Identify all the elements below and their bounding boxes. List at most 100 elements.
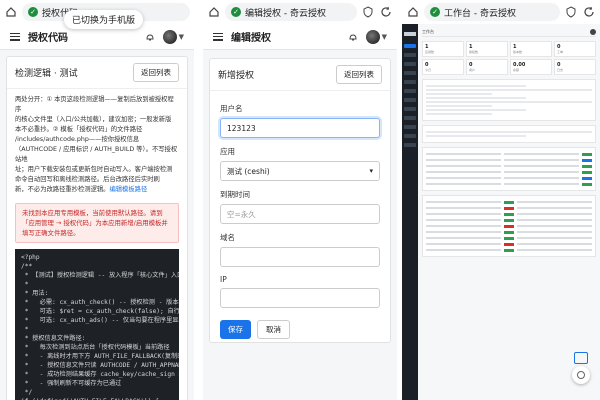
code-line: * (21, 326, 29, 333)
stat-card: 1 授权数 (466, 41, 508, 57)
bell-icon[interactable] (145, 32, 155, 42)
phone-screen-dashboard: ✓ 工作台 - 奇云授权 工作台 1 应用数 1 授权数 1 版本数 0 工单 … (402, 0, 600, 400)
stat-label: 工单 (557, 50, 564, 54)
edit-template-path-link[interactable]: 编辑模板路径 (109, 186, 147, 193)
dashboard-topbar: 工作台 (422, 27, 596, 37)
stat-label: 应用数 (425, 50, 435, 54)
refresh-icon[interactable] (379, 5, 393, 19)
back-to-list-button[interactable]: 返回列表 (336, 65, 382, 84)
domain-field[interactable] (220, 247, 380, 267)
chevron-down-icon: ▾ (369, 167, 373, 175)
code-line: * - 离线时才用下方 AUTH_FILE_FALLBACK(复制时的路 (21, 353, 179, 360)
code-block[interactable]: <?php/** * 【测试】授权检测逻辑 -- 放入程序「核心文件」入口/公 … (15, 249, 179, 400)
sidebar-item[interactable] (404, 62, 416, 66)
browser-bar: ✓ 工作台 - 奇云授权 (402, 0, 600, 24)
avatar[interactable] (590, 28, 596, 35)
username-field[interactable]: 123123 (220, 118, 380, 138)
desc-line: 本不必重抄。② 模板「授权代码」的文件路径 (15, 126, 143, 133)
page-title: 编辑授权 (231, 33, 271, 44)
stats-grid: 1 应用数 1 授权数 1 版本数 0 工单 0 今日 0 用户 0.00 余额 0 日志 (422, 41, 596, 75)
code-line: * (21, 281, 29, 288)
desc-line: 新，不必为改路径重抄检测逻辑。 (15, 186, 110, 193)
home-icon[interactable] (4, 5, 18, 19)
chevron-down-icon[interactable]: ▼ (382, 33, 387, 41)
sidebar-item[interactable] (404, 134, 416, 138)
desc-line: 两处分开：① 本页这段检测逻辑——复制后放到被授权程序 (15, 96, 174, 113)
home-icon[interactable] (406, 5, 420, 19)
shortcut-icon[interactable] (572, 366, 590, 384)
ip-field[interactable] (220, 288, 380, 308)
browser-bar: ✓ 编辑授权 - 奇云授权 (203, 0, 397, 24)
quick-links-card (422, 125, 596, 143)
code-line: * - 授权信息文件只读 AUTHCODE / AUTH_APPNAME / (21, 362, 179, 369)
cancel-button[interactable]: 取消 (257, 320, 290, 339)
save-button[interactable]: 保存 (220, 320, 251, 339)
url-pill[interactable]: ✓ 工作台 - 奇云授权 (424, 3, 560, 21)
avatar[interactable] (365, 29, 380, 44)
card-title: 检测逻辑 · 测试 (15, 69, 78, 79)
main-content: 检测逻辑 · 测试 返回列表 两处分开：① 本页这段检测逻辑——复制后放到被授权… (0, 50, 194, 400)
sidebar-item[interactable] (404, 116, 416, 120)
phone-screen-edit-auth: ✓ 编辑授权 - 奇云授权 编辑授权 ▼ 新增授权 返回列表 用户名 12312… (203, 0, 397, 400)
app-select[interactable]: 测试 (ceshi) ▾ (220, 161, 380, 181)
announcement-card (422, 79, 596, 121)
back-to-list-button[interactable]: 返回列表 (133, 63, 179, 82)
chevron-down-icon[interactable]: ▼ (179, 33, 184, 41)
code-line: * 必需: cx_auth_check() -- 授权检测 - 版本检 (21, 299, 179, 306)
stat-label: 用户 (469, 68, 476, 72)
expire-field[interactable]: 空=永久 (220, 204, 380, 224)
device-switch-icon[interactable] (574, 352, 588, 364)
code-line: * - 成功检测结果缓存 cache_key/cache_sign 本地 (21, 371, 179, 378)
stat-label: 版本数 (513, 50, 523, 54)
card-title: 新增授权 (218, 71, 255, 81)
refresh-icon[interactable] (582, 5, 596, 19)
stat-card: 0.00 余额 (510, 59, 552, 75)
sidebar-item[interactable] (404, 125, 416, 129)
add-auth-card: 新增授权 返回列表 用户名 123123 应用 测试 (ceshi) ▾ 到期时… (209, 58, 391, 343)
sidebar-item[interactable] (404, 107, 416, 111)
toast-message: 已切换为手机版 (64, 10, 144, 29)
stat-label: 余额 (513, 68, 520, 72)
hamburger-menu-icon[interactable] (213, 32, 223, 41)
code-line: /** (21, 263, 33, 270)
stat-card: 0 用户 (466, 59, 508, 75)
auth-form: 用户名 123123 应用 测试 (ceshi) ▾ 到期时间 空=永久 域名 … (210, 91, 390, 343)
shield-icon[interactable] (564, 5, 578, 19)
home-icon[interactable] (207, 5, 221, 19)
url-pill[interactable]: ✓ 编辑授权 - 奇云授权 (225, 3, 357, 21)
desc-line: 命令自动回写和离线检测路径。后台改路径后实时刷 (15, 176, 160, 183)
desc-line: 址；用户下载安装包或更新包时自动写入。客户端按检测 (15, 166, 173, 173)
shield-icon[interactable] (361, 5, 375, 19)
sidebar-item[interactable] (404, 89, 416, 93)
dashboard-main: 工作台 1 应用数 1 授权数 1 版本数 0 工单 0 今日 0 用户 0.00 余额 0 日志 (418, 24, 600, 400)
sidebar-item[interactable] (404, 98, 416, 102)
code-line: */ (21, 389, 33, 396)
sidebar-item[interactable] (404, 53, 416, 57)
sidebar-item[interactable] (404, 71, 416, 75)
description-text: 两处分开：① 本页这段检测逻辑——复制后放到被授权程序 的核心文件里（入口/公共… (7, 89, 187, 201)
url-title: 工作台 - 奇云授权 (444, 8, 516, 19)
desc-line: 的核心文件里（入口/公共加载），建议加密；一般发新版 (15, 116, 172, 123)
bell-icon[interactable] (348, 32, 358, 42)
ip-label: IP (220, 275, 227, 284)
stat-label: 今日 (425, 68, 432, 72)
page-title: 授权代码 (28, 33, 68, 44)
avatar[interactable] (162, 29, 177, 44)
card-header: 检测逻辑 · 测试 返回列表 (7, 57, 187, 89)
code-line: * 可选: cx_auth_ads() -- 仅当勾要在程序里显示 (21, 317, 179, 324)
sidebar-item[interactable] (404, 44, 416, 48)
sidebar-item[interactable] (404, 80, 416, 84)
stat-card: 0 今日 (422, 59, 464, 75)
phone-screen-auth-code: ✓ 授权代码 已切换为手机版 授权代码 ▼ 检测逻辑 · 测试 返回列表 两处分… (0, 0, 194, 400)
dashboard-desktop-view: 工作台 1 应用数 1 授权数 1 版本数 0 工单 0 今日 0 用户 0.00 余额 0 日志 (402, 24, 600, 400)
sidebar-item[interactable] (404, 143, 416, 147)
stat-card: 1 版本数 (510, 41, 552, 57)
secure-check-icon: ✓ (231, 7, 241, 17)
card-header: 新增授权 返回列表 (210, 59, 390, 91)
stat-label: 日志 (557, 68, 564, 72)
hamburger-menu-icon[interactable] (10, 32, 20, 41)
app-label: 应用 (220, 147, 235, 156)
code-line: * 每次检测到站点后台「授权代码模板」当前路径 (21, 344, 170, 351)
code-line: * - 强制刷新不可缓存为已通过 (21, 380, 122, 387)
warning-alert: 未找到本应用专用模板，当前使用默认路径。请到「应用管理 → 授权代码」为本应用新… (15, 203, 179, 243)
